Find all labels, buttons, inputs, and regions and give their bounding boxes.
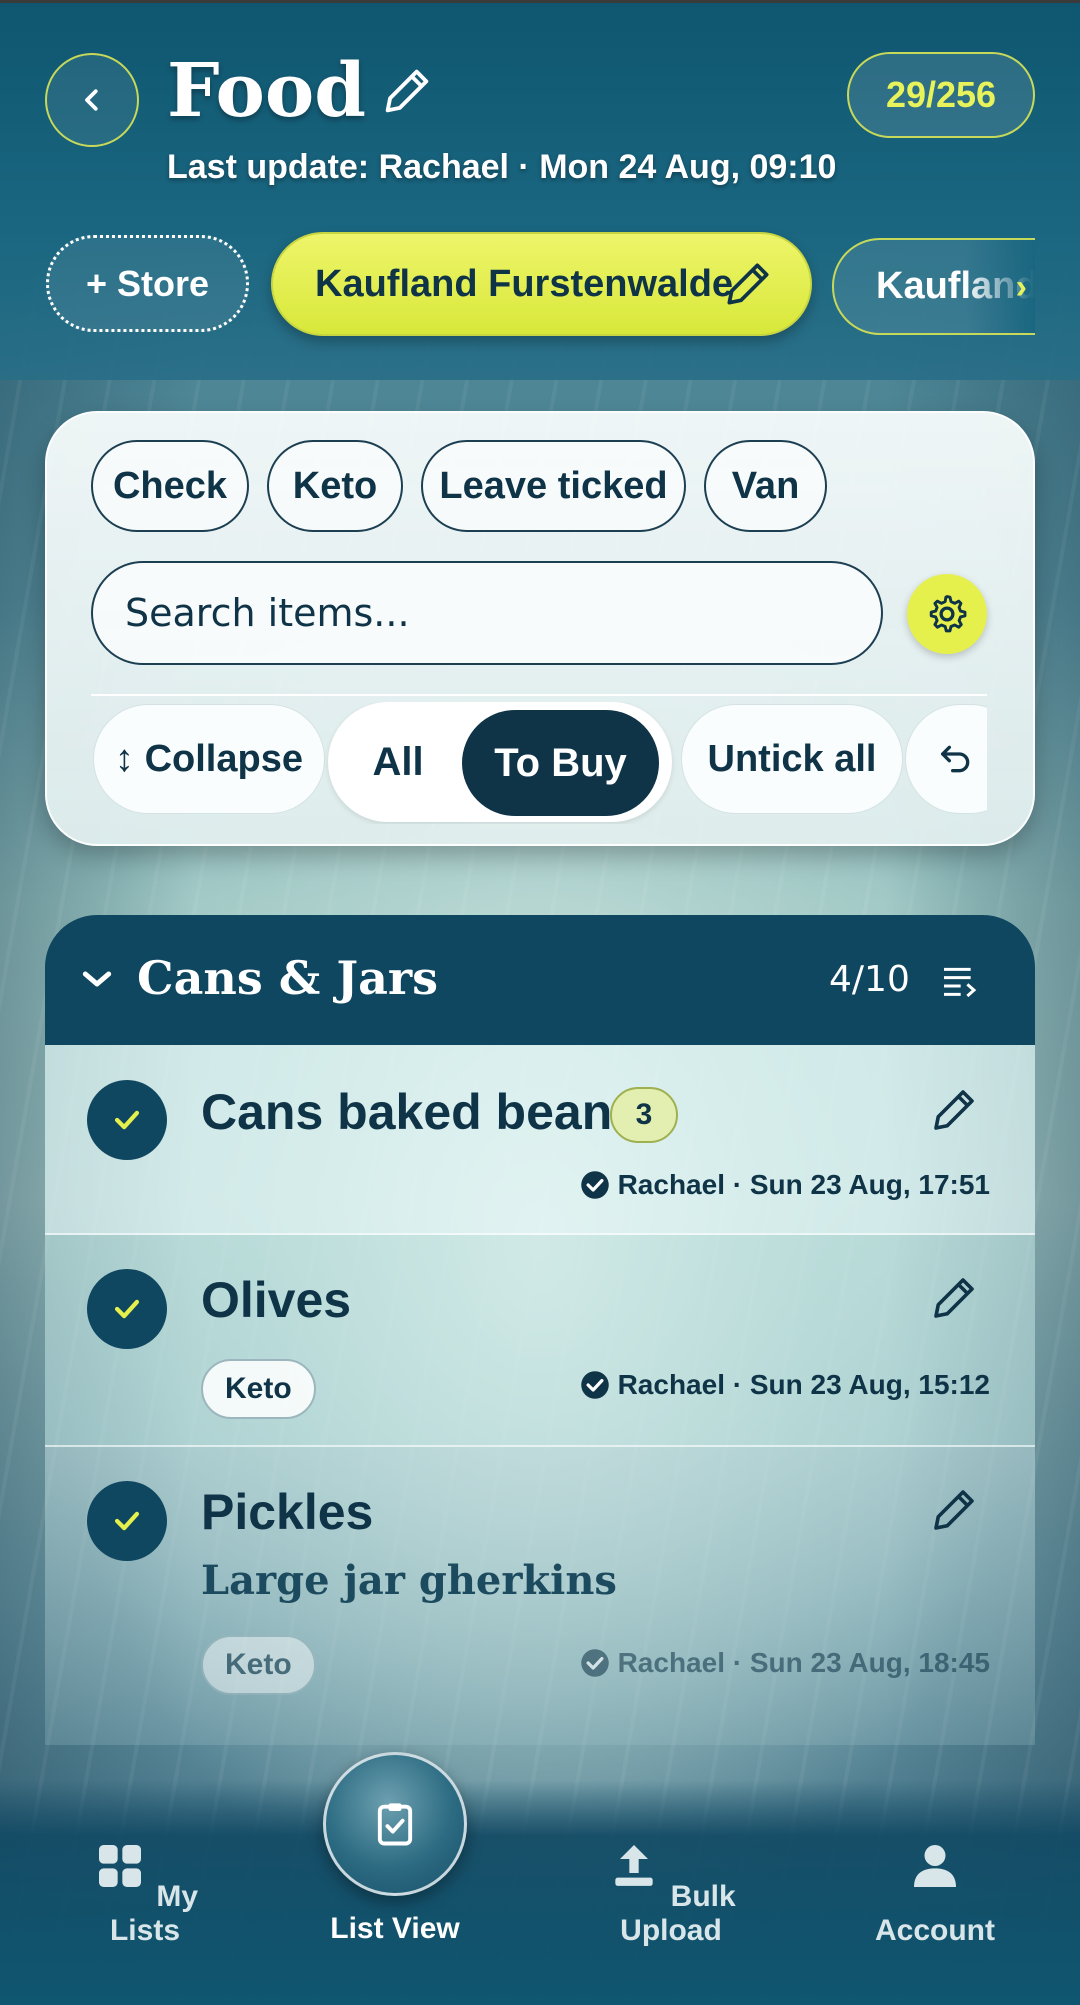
add-store-button[interactable]: + Store xyxy=(46,235,249,332)
store-chip-active[interactable]: Kaufland Furstenwalde xyxy=(271,232,812,336)
upload-icon xyxy=(615,1845,653,1886)
clipboard-check-icon xyxy=(377,1803,413,1846)
gear-icon xyxy=(929,595,967,633)
check-icon xyxy=(114,1299,140,1319)
category-section: Cans & Jars 4/10 Cans baked beans 3 Rach… xyxy=(45,915,1035,1745)
item-checkbox[interactable] xyxy=(87,1080,167,1160)
tag-filter-check[interactable]: Check xyxy=(91,440,249,532)
edit-item-icon[interactable] xyxy=(927,1271,981,1325)
divider xyxy=(91,694,987,696)
nav-my-lists[interactable]: My Lists xyxy=(85,1838,205,1948)
category-title: Cans & Jars xyxy=(137,951,439,1005)
back-button[interactable] xyxy=(45,53,139,147)
untick-all-button[interactable]: Untick all xyxy=(681,704,903,814)
check-icon xyxy=(114,1110,140,1130)
item-meta-text: Rachael · Sun 23 Aug, 17:51 xyxy=(617,1169,990,1200)
list-item[interactable]: Cans baked beans 3 Rachael · Sun 23 Aug,… xyxy=(45,1045,1035,1235)
grid-icon xyxy=(98,1845,141,1887)
item-meta: Rachael · Sun 23 Aug, 17:51 xyxy=(580,1169,990,1201)
chevron-right-icon[interactable]: › xyxy=(1016,268,1027,307)
list-actions-row[interactable]: ↕ Collapse All To Buy Untick all xyxy=(91,702,987,824)
last-update-text: Last update: Rachael · Mon 24 Aug, 09:10 xyxy=(167,148,837,186)
nav-account[interactable]: Account xyxy=(870,1838,1000,1948)
check-circle-icon xyxy=(580,1649,609,1677)
store-chip[interactable]: Kaufland › xyxy=(832,238,1035,335)
check-icon xyxy=(114,1511,140,1531)
sort-icon[interactable] xyxy=(938,961,980,1001)
segment-to-buy[interactable]: To Buy xyxy=(462,710,659,816)
tag-filter-keto[interactable]: Keto xyxy=(267,440,403,532)
item-note: Large jar gherkins xyxy=(201,1557,617,1604)
nav-list-view-label[interactable]: List View xyxy=(300,1912,490,1946)
category-header[interactable]: Cans & Jars 4/10 xyxy=(45,915,1035,1045)
item-name: Pickles xyxy=(201,1484,374,1540)
item-checkbox[interactable] xyxy=(87,1269,167,1349)
edit-title-icon[interactable] xyxy=(378,62,436,120)
progress-count: 29/256 xyxy=(847,52,1035,138)
item-tag: Keto xyxy=(201,1635,316,1695)
chevron-left-icon xyxy=(85,89,98,111)
check-circle-icon xyxy=(580,1371,609,1399)
item-meta: Rachael · Sun 23 Aug, 18:45 xyxy=(580,1647,990,1679)
item-meta: Rachael · Sun 23 Aug, 15:12 xyxy=(580,1369,990,1401)
edit-store-icon[interactable] xyxy=(720,256,776,312)
settings-button[interactable] xyxy=(907,574,987,654)
edit-item-icon[interactable] xyxy=(927,1083,981,1137)
undo-button[interactable] xyxy=(905,704,987,814)
item-checkbox[interactable] xyxy=(87,1481,167,1561)
tag-filter-van[interactable]: Van xyxy=(704,440,827,532)
item-tag: Keto xyxy=(201,1359,316,1419)
nav-list-view-button[interactable] xyxy=(323,1752,467,1896)
view-segmented-control[interactable]: All To Buy xyxy=(328,702,672,822)
user-icon xyxy=(914,1845,956,1887)
nav-bulk-upload[interactable]: Bulk Upload xyxy=(580,1838,762,1948)
page-title: Food xyxy=(167,48,366,134)
tag-filter-leave-ticked[interactable]: Leave ticked xyxy=(421,440,686,532)
list-item[interactable]: Pickles Large jar gherkins Keto Rachael … xyxy=(45,1447,1035,1745)
edit-item-icon[interactable] xyxy=(927,1483,981,1537)
collapse-button[interactable]: ↕ Collapse xyxy=(93,704,325,814)
store-chip-label: Kaufland Furstenwalde xyxy=(315,262,734,305)
search-input[interactable]: Search items... xyxy=(91,561,883,665)
segment-all[interactable]: All xyxy=(328,702,468,822)
undo-icon xyxy=(941,745,970,773)
category-count: 4/10 xyxy=(829,959,910,1000)
item-name: Cans baked beans xyxy=(201,1084,641,1140)
item-name: Olives xyxy=(201,1272,352,1328)
check-circle-icon xyxy=(580,1171,609,1199)
list-item[interactable]: Olives Keto Rachael · Sun 23 Aug, 15:12 xyxy=(45,1235,1035,1447)
item-meta-text: Rachael · Sun 23 Aug, 15:12 xyxy=(617,1369,990,1400)
quantity-badge: 3 xyxy=(610,1087,678,1143)
item-meta-text: Rachael · Sun 23 Aug, 18:45 xyxy=(617,1647,990,1678)
chevron-down-icon[interactable] xyxy=(77,959,117,999)
nav-label: Account xyxy=(875,1914,995,1947)
